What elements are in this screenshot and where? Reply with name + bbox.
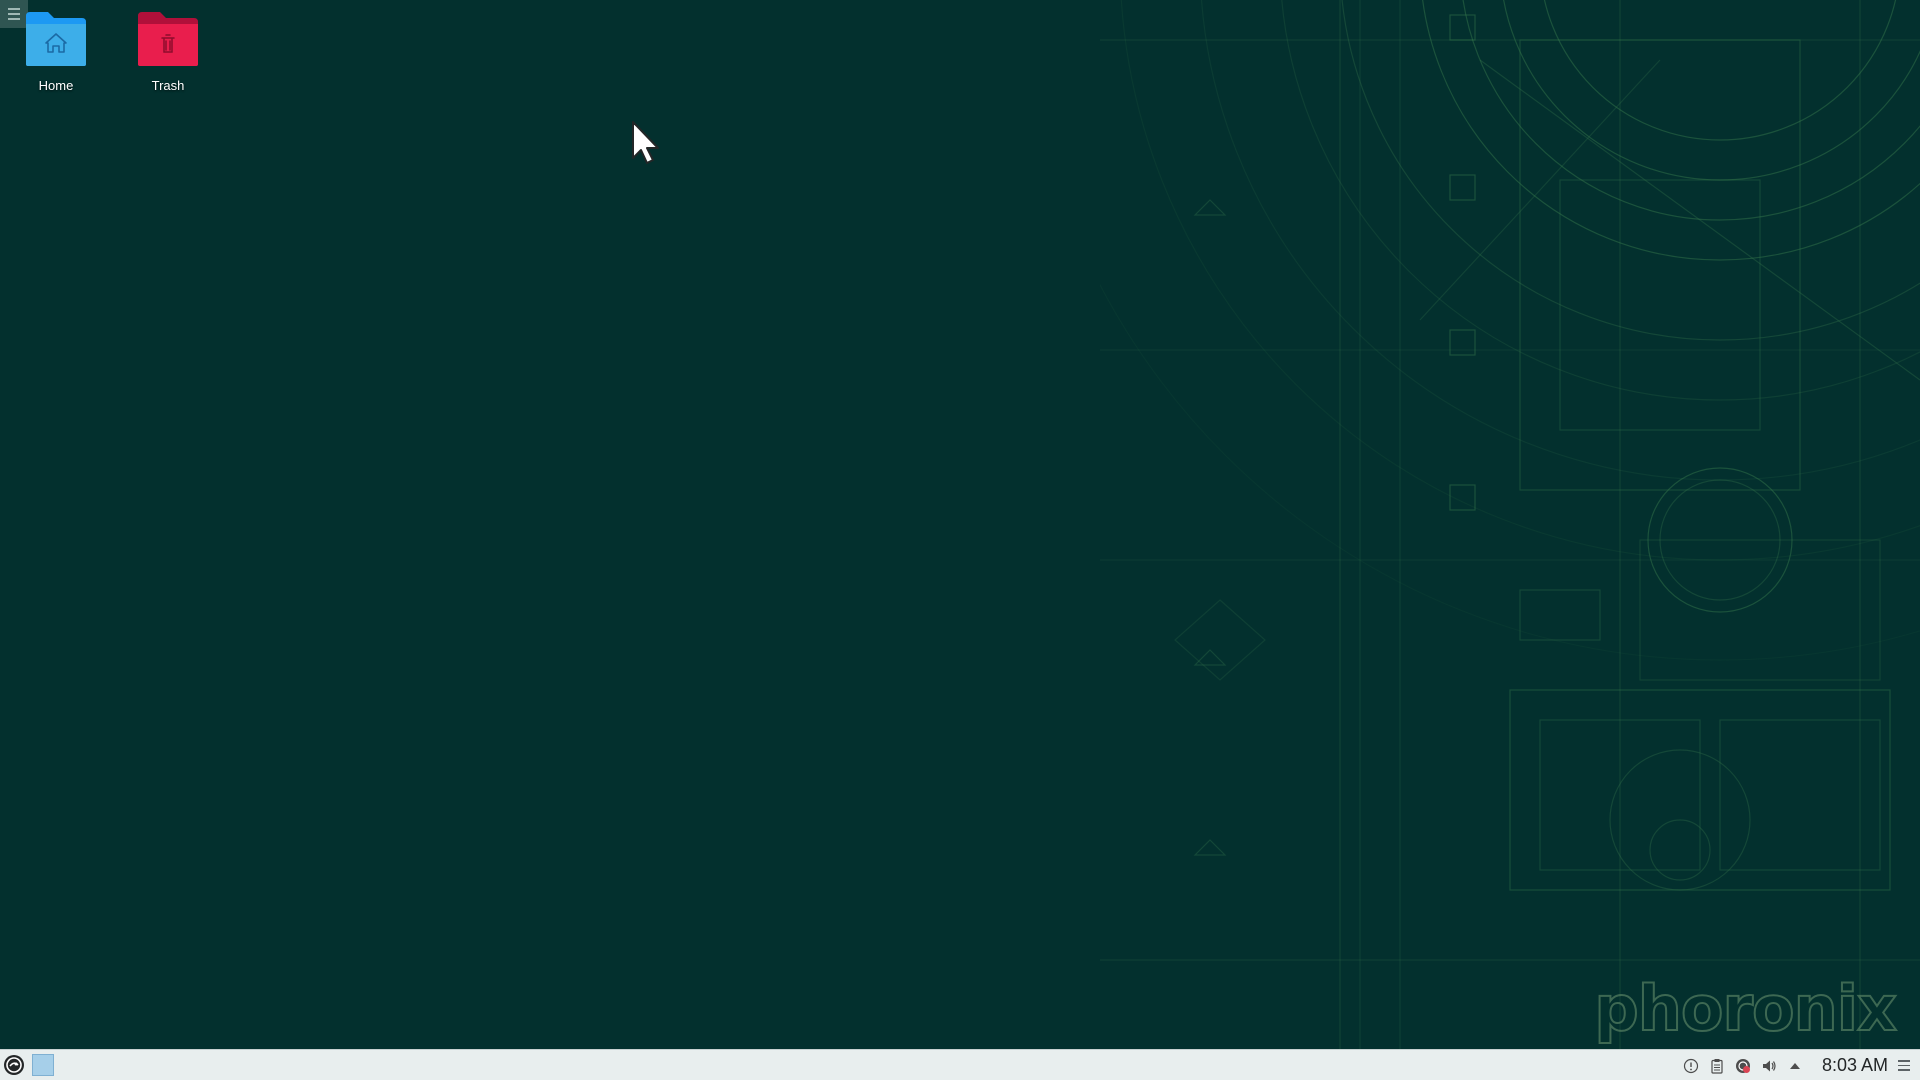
desktop-icon-label: Home: [38, 78, 74, 93]
application-launcher-button[interactable]: [3, 1054, 25, 1076]
expand-tray-icon[interactable]: [1786, 1057, 1804, 1075]
virtual-desktop-pager[interactable]: [32, 1054, 54, 1076]
digital-clock[interactable]: 8:03 AM: [1822, 1055, 1888, 1076]
home-folder-icon: [26, 12, 86, 66]
clipboard-icon[interactable]: [1708, 1057, 1726, 1075]
volume-icon[interactable]: [1760, 1057, 1778, 1075]
phoronix-watermark: phoronix: [1593, 971, 1898, 1046]
mouse-cursor-icon: [632, 121, 659, 164]
desktop[interactable]: Home Trash phoronix: [0, 0, 1920, 1049]
notifications-icon[interactable]: [1682, 1057, 1700, 1075]
desktop-icon-label: Trash: [151, 78, 185, 93]
hamburger-line: [1898, 1064, 1910, 1067]
desktop-icon-trash[interactable]: Trash: [118, 10, 218, 100]
panel-options-button[interactable]: [1898, 1059, 1912, 1073]
taskbar: 8:03 AM: [0, 1049, 1920, 1080]
desktop-icon-home[interactable]: Home: [6, 10, 106, 100]
wallpaper-blueprint-art: [1100, 0, 1920, 1049]
system-tray: 8:03 AM: [1678, 1050, 1920, 1081]
opensuse-launcher-icon: [4, 1055, 24, 1075]
updates-icon[interactable]: [1734, 1057, 1752, 1075]
trash-folder-icon: [138, 12, 198, 66]
hamburger-line: [1898, 1069, 1910, 1071]
hamburger-line: [1898, 1060, 1910, 1062]
